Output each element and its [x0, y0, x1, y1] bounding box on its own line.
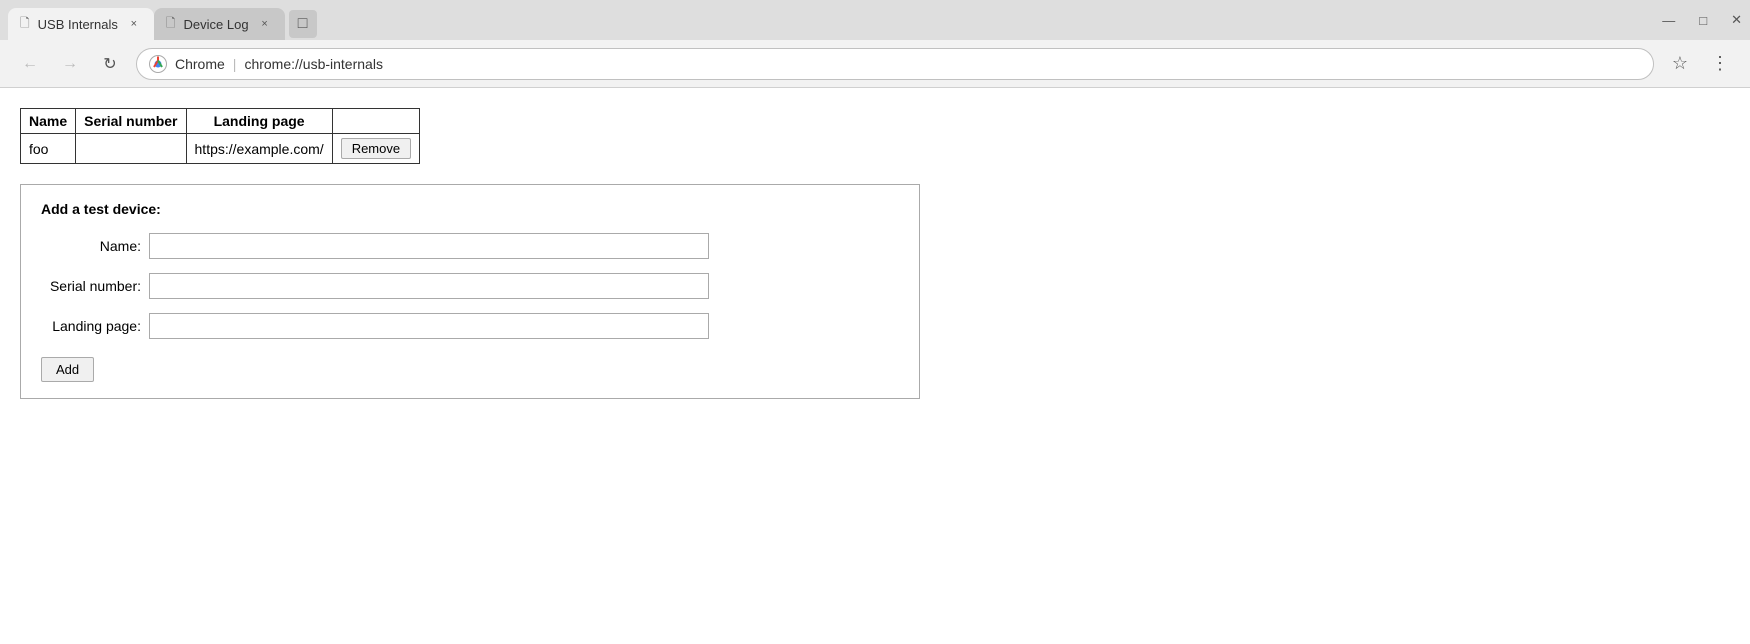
- name-row: Name:: [41, 233, 899, 259]
- address-bar[interactable]: Chrome | chrome://usb-internals: [136, 48, 1654, 80]
- star-icon: ☆: [1672, 53, 1688, 74]
- toolbar: ← → ↻ Chrome | chrome://usb-internals ☆ …: [0, 40, 1750, 88]
- serial-label: Serial number:: [41, 278, 141, 294]
- device-table: Name Serial number Landing page foo https…: [20, 108, 420, 164]
- add-device-form: Add a test device: Name: Serial number: …: [20, 184, 920, 399]
- tab-device-log[interactable]: 🗋 Device Log ×: [154, 8, 285, 40]
- back-button[interactable]: ←: [16, 50, 44, 78]
- tab-usb-internals[interactable]: 🗋 USB Internals ×: [8, 8, 154, 40]
- minimize-button[interactable]: —: [1662, 13, 1675, 28]
- remove-button[interactable]: Remove: [341, 138, 411, 159]
- landing-row: Landing page:: [41, 313, 899, 339]
- cell-landing: https://example.com/: [186, 134, 332, 164]
- name-label: Name:: [41, 238, 141, 254]
- landing-label: Landing page:: [41, 318, 141, 334]
- page-content: Name Serial number Landing page foo https…: [0, 88, 1750, 644]
- tab-device-log-close[interactable]: ×: [257, 16, 273, 32]
- chrome-logo-icon: [149, 55, 167, 73]
- col-header-name: Name: [21, 109, 76, 134]
- chrome-label: Chrome: [175, 56, 225, 72]
- tab-usb-internals-close[interactable]: ×: [126, 16, 142, 32]
- maximize-button[interactable]: □: [1699, 13, 1707, 28]
- tab-usb-internals-label: USB Internals: [38, 17, 118, 32]
- cell-serial: [76, 134, 186, 164]
- table-header-row: Name Serial number Landing page: [21, 109, 420, 134]
- new-tab-button[interactable]: □: [289, 10, 317, 38]
- tab-doc-icon-2: 🗋: [166, 14, 176, 35]
- reload-icon: ↻: [103, 54, 116, 74]
- cell-name: foo: [21, 134, 76, 164]
- reload-button[interactable]: ↻: [96, 50, 124, 78]
- back-icon: ←: [22, 55, 38, 73]
- address-divider: |: [233, 56, 237, 72]
- add-device-title: Add a test device:: [41, 201, 899, 217]
- window-controls: — □ ✕: [1662, 12, 1742, 28]
- serial-input[interactable]: [149, 273, 709, 299]
- star-button[interactable]: ☆: [1666, 50, 1694, 78]
- close-button[interactable]: ✕: [1731, 12, 1742, 28]
- col-header-action: [332, 109, 419, 134]
- menu-button[interactable]: ⋮: [1706, 50, 1734, 78]
- table-row: foo https://example.com/Remove: [21, 134, 420, 164]
- col-header-landing: Landing page: [186, 109, 332, 134]
- title-bar: 🗋 USB Internals × 🗋 Device Log × □ — □ ✕: [0, 0, 1750, 40]
- menu-icon: ⋮: [1711, 53, 1729, 74]
- name-input[interactable]: [149, 233, 709, 259]
- forward-button[interactable]: →: [56, 50, 84, 78]
- tab-doc-icon: 🗋: [20, 14, 30, 35]
- cell-action: Remove: [332, 134, 419, 164]
- forward-icon: →: [62, 55, 78, 73]
- add-button[interactable]: Add: [41, 357, 94, 382]
- serial-row: Serial number:: [41, 273, 899, 299]
- tab-device-log-label: Device Log: [184, 17, 249, 32]
- new-tab-icon: □: [298, 15, 308, 33]
- toolbar-actions: ☆ ⋮: [1666, 50, 1734, 78]
- address-url: chrome://usb-internals: [244, 56, 383, 72]
- landing-input[interactable]: [149, 313, 709, 339]
- col-header-serial: Serial number: [76, 109, 186, 134]
